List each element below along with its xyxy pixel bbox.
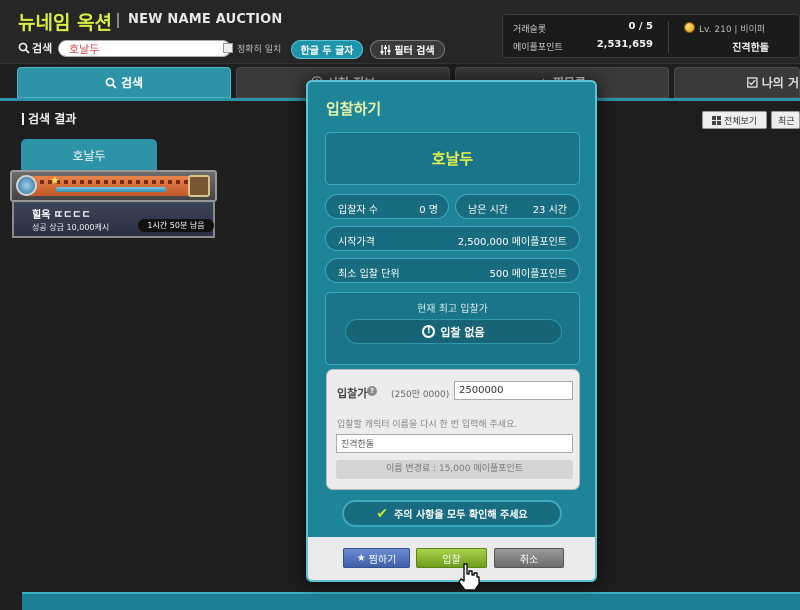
confirm-notice-text: 주의 사항을 모두 확인해 주세요 (394, 510, 528, 521)
bid-input-panel: 입찰가 ? (250만 0000) 입찰할 캐릭터 이름을 다시 한 번 입력해… (326, 369, 580, 490)
start-price-label: 시작가격 (338, 237, 375, 248)
min-increment-value: 500 메이플포인트 (489, 269, 567, 280)
maple-points-label: 메이플포인트 (513, 43, 563, 53)
filter-search-button[interactable]: 필터 검색 (370, 40, 445, 59)
app-subtitle: NEW NAME AUCTION (128, 12, 283, 27)
card-bottom: 힐옥 ㄸㄷㄷㄷ 성공 상금 10,000캐시 1시간 50분 남음 (12, 202, 215, 238)
confirm-notice-button[interactable]: ✔ 주의 사항을 모두 확인해 주세요 (342, 500, 562, 527)
stats-box: 거래슬롯 0 / 5 메이플포인트 2,531,659 Lv. 210 | 비이… (502, 14, 800, 58)
search-label-text: 검색 (32, 42, 53, 55)
hand-cursor-icon (458, 563, 480, 591)
results-heading: 검색 결과 (22, 113, 76, 125)
bottom-strip (22, 592, 800, 610)
tab-my-auctions-label: 나의 거 (761, 76, 799, 90)
title-separator (117, 13, 119, 28)
progress-bar-fill (56, 187, 166, 192)
favorite-button-label: 찜하기 (368, 554, 397, 566)
grid-icon (711, 115, 721, 125)
start-price-pill: 시작가격 2,500,000 메이플포인트 (325, 226, 580, 251)
tab-search-label: 검색 (120, 76, 144, 90)
modal-footer: ★ 찜하기 입찰 취소 (308, 537, 595, 580)
progress-bar (56, 187, 166, 192)
time-left-value: 23 시간 (532, 205, 567, 216)
modal-title: 입찰하기 (326, 100, 382, 118)
tab-search[interactable]: 검색 (17, 67, 231, 98)
stats-divider (668, 21, 669, 53)
app-title: 뉴네임 옥션 (18, 12, 113, 34)
check-square-icon (747, 77, 758, 88)
character-name-input[interactable] (336, 434, 573, 453)
bid-hint: (250만 0000) (391, 390, 450, 400)
favorite-button[interactable]: ★ 찜하기 (343, 548, 410, 568)
name-change-fee: 이름 변경료 : 15,000 메이플포인트 (336, 460, 573, 479)
name-prompt: 입찰할 캐릭터 이름을 다시 한 번 입력해 주세요. (337, 420, 518, 430)
maple-points-value: 2,531,659 (596, 39, 653, 50)
card-bonus: 성공 상금 10,000캐시 (32, 223, 110, 232)
star-icon: ★ (50, 174, 60, 187)
bidders-label: 입찰자 수 (338, 205, 378, 216)
result-name-tab[interactable]: 호날두 (21, 139, 157, 172)
start-price-value: 2,500,000 메이플포인트 (457, 237, 567, 248)
top-header: 뉴네임 옥션 NEW NAME AUCTION 검색 정확히 일치 한글 두 글… (0, 0, 800, 64)
min-increment-label: 최소 입찰 단위 (338, 269, 400, 280)
card-name: 힐옥 ㄸㄷㄷㄷ (32, 210, 91, 221)
cancel-button[interactable]: 취소 (494, 548, 564, 568)
highest-bid-box: 현재 최고 입찰가 ! 입찰 없음 (325, 292, 580, 365)
help-icon[interactable]: ? (367, 386, 377, 396)
bidders-value: 0 명 (419, 205, 438, 216)
level-text: Lv. 210 | 비이퍼 (699, 25, 766, 35)
auction-item-card[interactable]: ★ 힐옥 ㄸㄷㄷㄷ 성공 상금 10,000캐시 1시간 50분 남음 (10, 170, 217, 238)
search-icon (105, 77, 117, 89)
time-left-label: 남은 시간 (468, 205, 508, 216)
card-time-left: 1시간 50분 남음 (138, 219, 214, 232)
star-icon: ★ (356, 552, 366, 564)
filter-search-label: 필터 검색 (394, 46, 435, 57)
view-all-label: 전체보기 (723, 116, 758, 127)
card-top: ★ (10, 170, 217, 202)
trade-slot-value: 0 / 5 (628, 21, 653, 32)
bidders-pill: 입찰자 수 0 명 (325, 194, 449, 219)
bid-label: 입찰가 (337, 387, 368, 400)
coin-icon (684, 22, 695, 33)
bid-amount-input[interactable] (454, 381, 573, 400)
korean-two-chars-button[interactable]: 한글 두 글자 (291, 40, 363, 59)
view-all-button[interactable]: 전체보기 (702, 111, 767, 129)
emblem-icon (16, 175, 37, 196)
tab-my-auctions[interactable]: 나의 거 (674, 67, 800, 98)
check-icon: ✔ (376, 505, 389, 522)
highest-bid-pill: ! 입찰 없음 (345, 319, 562, 344)
search-icon (18, 42, 30, 54)
min-increment-pill: 최소 입찰 단위 500 메이플포인트 (325, 258, 580, 283)
exact-match-checkbox[interactable] (223, 43, 233, 53)
bid-modal: 입찰하기 호날두 입찰자 수 0 명 남은 시간 23 시간 시작가격 2,50… (306, 80, 597, 582)
trade-slot-label: 거래슬롯 (513, 25, 547, 35)
search-label: 검색 (18, 40, 52, 56)
recent-button[interactable]: 최근 (771, 111, 800, 129)
search-input[interactable] (58, 40, 231, 57)
character-name: 진격한돌 (732, 43, 769, 54)
time-left-pill: 남은 시간 23 시간 (455, 194, 580, 219)
exact-match-label: 정확히 일치 (237, 45, 282, 55)
alert-icon: ! (422, 325, 436, 338)
highest-bid-label: 현재 최고 입찰가 (417, 304, 488, 315)
filter-icon (380, 44, 391, 55)
item-name-box: 호날두 (325, 132, 580, 185)
highest-bid-value: 입찰 없음 (440, 325, 485, 339)
crest-icon (188, 175, 210, 197)
